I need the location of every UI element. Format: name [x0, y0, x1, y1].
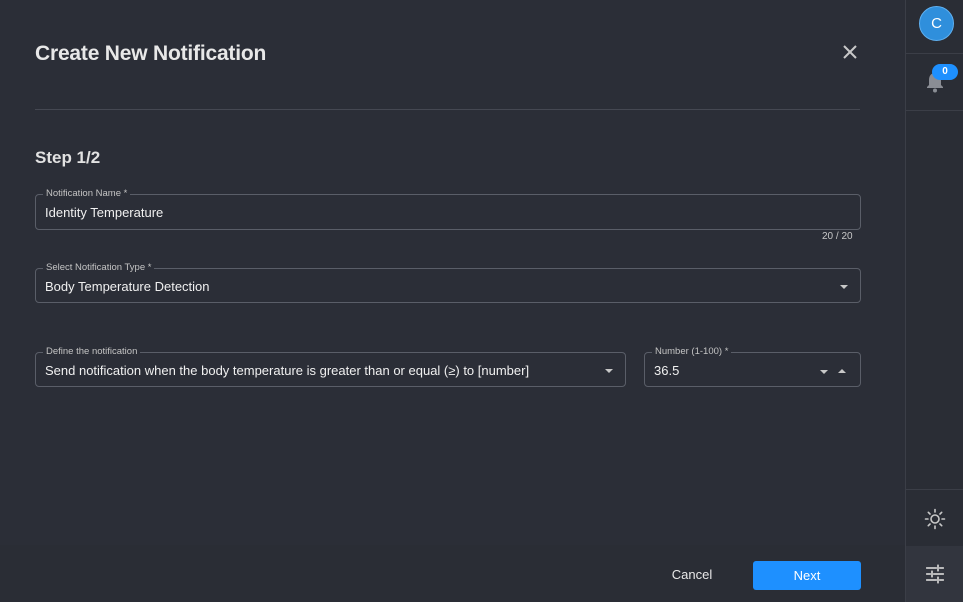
- rail-divider: [906, 110, 963, 111]
- dialog-title: Create New Notification: [35, 42, 267, 65]
- number-label: Number (1-100) *: [652, 346, 732, 358]
- notification-name-input[interactable]: Identity Temperature: [45, 205, 163, 220]
- chevron-down-icon[interactable]: [840, 285, 848, 289]
- increment-icon[interactable]: [838, 369, 846, 373]
- right-rail: C 0: [905, 0, 963, 602]
- notification-name-label: Notification Name *: [43, 188, 131, 200]
- chevron-down-icon[interactable]: [605, 369, 613, 373]
- next-button[interactable]: Next: [753, 561, 861, 590]
- define-notification-value: Send notification when the body temperat…: [45, 363, 530, 378]
- close-icon[interactable]: [840, 42, 860, 62]
- number-stepper[interactable]: Number (1-100) * 36.5: [644, 346, 861, 387]
- define-notification-select[interactable]: Define the notification Send notificatio…: [35, 346, 626, 387]
- cancel-button[interactable]: Cancel: [662, 560, 722, 588]
- decrement-icon[interactable]: [820, 370, 828, 374]
- avatar[interactable]: C: [919, 6, 954, 41]
- notification-type-value: Body Temperature Detection: [45, 279, 210, 294]
- header-divider: [35, 109, 860, 110]
- notification-type-label: Select Notification Type *: [43, 262, 155, 274]
- notification-name-field[interactable]: Notification Name * Identity Temperature: [35, 188, 861, 230]
- notification-count-badge: 0: [932, 64, 958, 80]
- rail-divider: [906, 489, 963, 490]
- rail-divider: [906, 53, 963, 54]
- number-input[interactable]: 36.5: [654, 363, 679, 378]
- create-notification-dialog: Create New Notification Step 1/2 Notific…: [0, 0, 905, 602]
- define-notification-label: Define the notification: [43, 346, 141, 358]
- step-indicator: Step 1/2: [35, 148, 101, 167]
- character-counter: 20 / 20: [822, 231, 853, 242]
- sun-icon[interactable]: [924, 508, 946, 530]
- tune-icon[interactable]: [925, 564, 945, 584]
- notification-type-select[interactable]: Select Notification Type * Body Temperat…: [35, 262, 861, 303]
